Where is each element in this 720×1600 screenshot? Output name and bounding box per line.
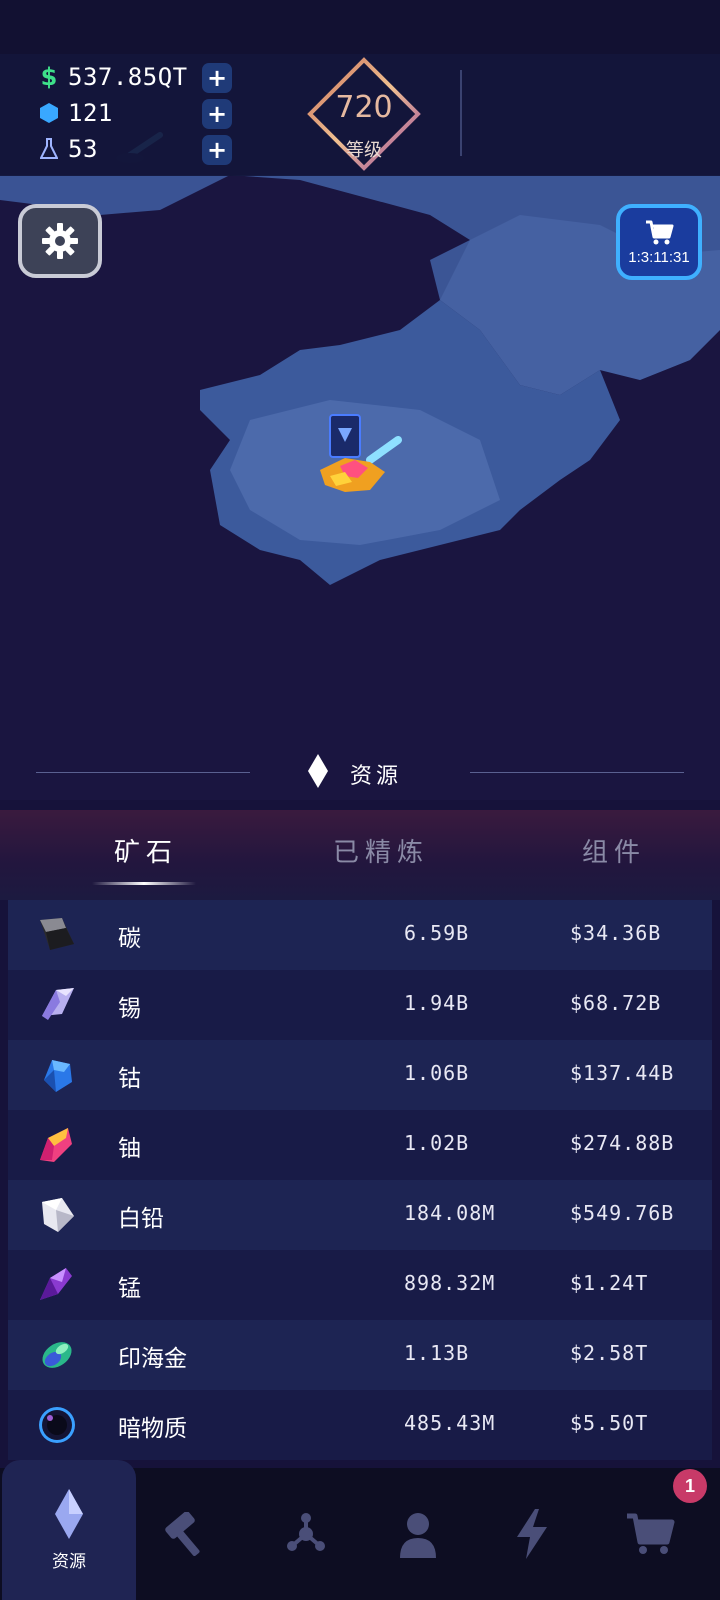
shop-notification-badge: 1 bbox=[673, 1469, 707, 1503]
hud-divider bbox=[460, 70, 462, 156]
nav-label: 资源 bbox=[52, 1551, 86, 1572]
ore-value: $549.76B bbox=[570, 1201, 675, 1225]
tab-refined[interactable]: 已精炼 bbox=[333, 832, 429, 869]
ore-value: $137.44B bbox=[570, 1061, 675, 1085]
ore-quantity: 1.94B bbox=[404, 991, 470, 1015]
hammer-icon bbox=[165, 1512, 200, 1556]
dollar-icon: $ bbox=[40, 63, 58, 91]
list-item[interactable]: 印海金 1.13B $2.58T bbox=[8, 1320, 712, 1390]
list-item[interactable]: 铀 1.02B $274.88B bbox=[8, 1110, 712, 1180]
ore-name: 钴 bbox=[118, 1066, 141, 1092]
list-item[interactable]: 锡 1.94B $68.72B bbox=[8, 970, 712, 1040]
add-money-button[interactable]: + bbox=[202, 63, 232, 93]
uranium-ore-icon bbox=[40, 1128, 72, 1162]
level-label: 等级 bbox=[346, 140, 382, 161]
cobalt-ore-icon bbox=[44, 1060, 72, 1092]
status-bar-area bbox=[0, 0, 720, 54]
network-icon bbox=[287, 1513, 325, 1551]
ore-name: 碳 bbox=[118, 926, 141, 952]
list-item[interactable]: 白铅 184.08M $549.76B bbox=[8, 1180, 712, 1250]
tin-ore-icon bbox=[42, 988, 74, 1020]
ore-value: $34.36B bbox=[570, 921, 662, 945]
list-item[interactable]: 碳 6.59B $34.36B bbox=[8, 900, 712, 970]
cart-icon bbox=[627, 1513, 675, 1554]
ore-name: 白铅 bbox=[118, 1206, 164, 1232]
ore-list[interactable]: 碳 6.59B $34.36B 锡 1.94B $68.72B 钴 1.06B … bbox=[8, 900, 712, 1466]
bottom-navigation: 资源 bbox=[0, 1460, 720, 1600]
add-research-button[interactable]: + bbox=[202, 135, 232, 165]
list-item[interactable]: 锰 898.32M $1.24T bbox=[8, 1250, 712, 1320]
header-line-right bbox=[470, 772, 684, 773]
gem-icon bbox=[36, 99, 62, 127]
gear-icon bbox=[42, 223, 78, 259]
ore-value: $1.24T bbox=[570, 1271, 649, 1295]
manganese-ore-icon bbox=[40, 1268, 72, 1300]
gems-row: 121 bbox=[36, 96, 276, 130]
resources-section-header: 资源 bbox=[0, 740, 720, 800]
user-icon bbox=[400, 1513, 436, 1558]
section-title: 资源 bbox=[350, 764, 403, 789]
gems-value: 121 bbox=[68, 99, 113, 127]
nav-resources[interactable]: 资源 bbox=[2, 1460, 136, 1600]
research-value: 53 bbox=[68, 135, 98, 163]
crystal-icon bbox=[308, 754, 328, 788]
list-item[interactable]: 钴 1.06B $137.44B bbox=[8, 1040, 712, 1110]
white-lead-ore-icon bbox=[42, 1198, 74, 1232]
dark-matter-ore-icon bbox=[39, 1407, 75, 1443]
ore-quantity: 184.08M bbox=[404, 1201, 496, 1225]
carbon-ore-icon bbox=[40, 918, 74, 950]
nav-profile[interactable] bbox=[358, 1468, 478, 1600]
settings-button[interactable] bbox=[18, 204, 102, 278]
level-badge[interactable]: 720 等级 bbox=[306, 56, 422, 172]
tab-ores[interactable]: 矿石 bbox=[114, 832, 178, 869]
lightning-icon bbox=[517, 1509, 547, 1559]
ore-value: $68.72B bbox=[570, 991, 662, 1015]
cart-icon bbox=[646, 220, 674, 244]
ore-value: $2.58T bbox=[570, 1341, 649, 1365]
crystal-icon bbox=[55, 1488, 83, 1539]
ore-name: 铀 bbox=[118, 1136, 141, 1162]
ore-value: $274.88B bbox=[570, 1131, 675, 1155]
active-tab-indicator bbox=[92, 882, 196, 885]
resource-tabs: 矿石 已精炼 组件 bbox=[0, 810, 720, 900]
ore-name: 印海金 bbox=[118, 1346, 187, 1372]
header-line-left bbox=[36, 772, 250, 773]
nav-research[interactable] bbox=[246, 1468, 366, 1600]
ore-quantity: 485.43M bbox=[404, 1411, 496, 1435]
add-gems-button[interactable]: + bbox=[202, 99, 232, 129]
ore-name: 锰 bbox=[118, 1276, 141, 1302]
ore-quantity: 1.02B bbox=[404, 1131, 470, 1155]
ore-quantity: 6.59B bbox=[404, 921, 470, 945]
game-map-view[interactable]: $ 537.85QT + 121 + 53 + 720 等级 1:3:11:31 bbox=[0, 0, 720, 800]
timed-shop-button[interactable]: 1:3:11:31 bbox=[616, 204, 702, 280]
money-row: $ 537.85QT bbox=[36, 60, 276, 94]
list-item[interactable]: 暗物质 485.43M $5.50T bbox=[8, 1390, 712, 1460]
nav-boosts[interactable] bbox=[472, 1468, 592, 1600]
ore-name: 锡 bbox=[118, 996, 141, 1022]
ore-quantity: 898.32M bbox=[404, 1271, 496, 1295]
tab-components[interactable]: 组件 bbox=[582, 832, 646, 869]
ore-name: 暗物质 bbox=[118, 1416, 187, 1442]
money-value: 537.85QT bbox=[68, 63, 188, 91]
level-number: 720 bbox=[335, 90, 393, 125]
research-row: 53 bbox=[36, 132, 276, 166]
nav-build[interactable] bbox=[126, 1468, 246, 1600]
indian-gold-ore-icon bbox=[42, 1342, 72, 1368]
ore-quantity: 1.13B bbox=[404, 1341, 470, 1365]
flask-icon bbox=[36, 135, 62, 163]
ore-value: $5.50T bbox=[570, 1411, 649, 1435]
shop-timer: 1:3:11:31 bbox=[628, 248, 690, 266]
ore-quantity: 1.06B bbox=[404, 1061, 470, 1085]
